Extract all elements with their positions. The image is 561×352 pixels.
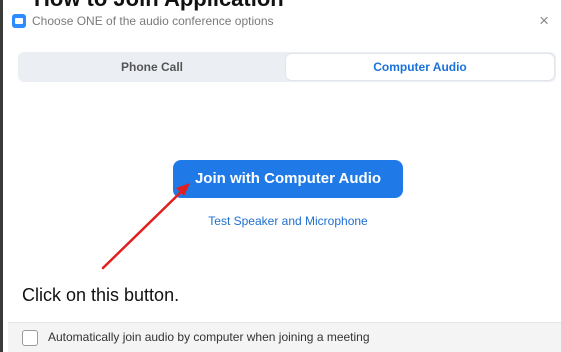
- test-speaker-microphone-link[interactable]: Test Speaker and Microphone: [176, 214, 400, 228]
- tab-computer-audio[interactable]: Computer Audio: [286, 54, 554, 80]
- screenshot-page: How to Join Application Choose ONE of th…: [0, 0, 561, 352]
- left-border-line: [0, 0, 3, 352]
- dialog-footer: Automatically join audio by computer whe…: [8, 322, 561, 352]
- close-icon[interactable]: ×: [539, 11, 549, 31]
- zoom-camera-icon: [12, 14, 26, 28]
- dialog-titlebar: Choose ONE of the audio conference optio…: [8, 8, 561, 36]
- dialog-title: Choose ONE of the audio conference optio…: [32, 14, 274, 28]
- tab-phone-call[interactable]: Phone Call: [18, 52, 286, 82]
- instruction-annotation: Click on this button.: [22, 285, 180, 305]
- arrow-shaft: [101, 188, 185, 270]
- join-with-computer-audio-button[interactable]: Join with Computer Audio: [173, 160, 403, 198]
- auto-join-label[interactable]: Automatically join audio by computer whe…: [48, 330, 370, 344]
- auto-join-checkbox[interactable]: [22, 330, 38, 346]
- audio-option-tabs: Phone Call Computer Audio: [18, 52, 556, 82]
